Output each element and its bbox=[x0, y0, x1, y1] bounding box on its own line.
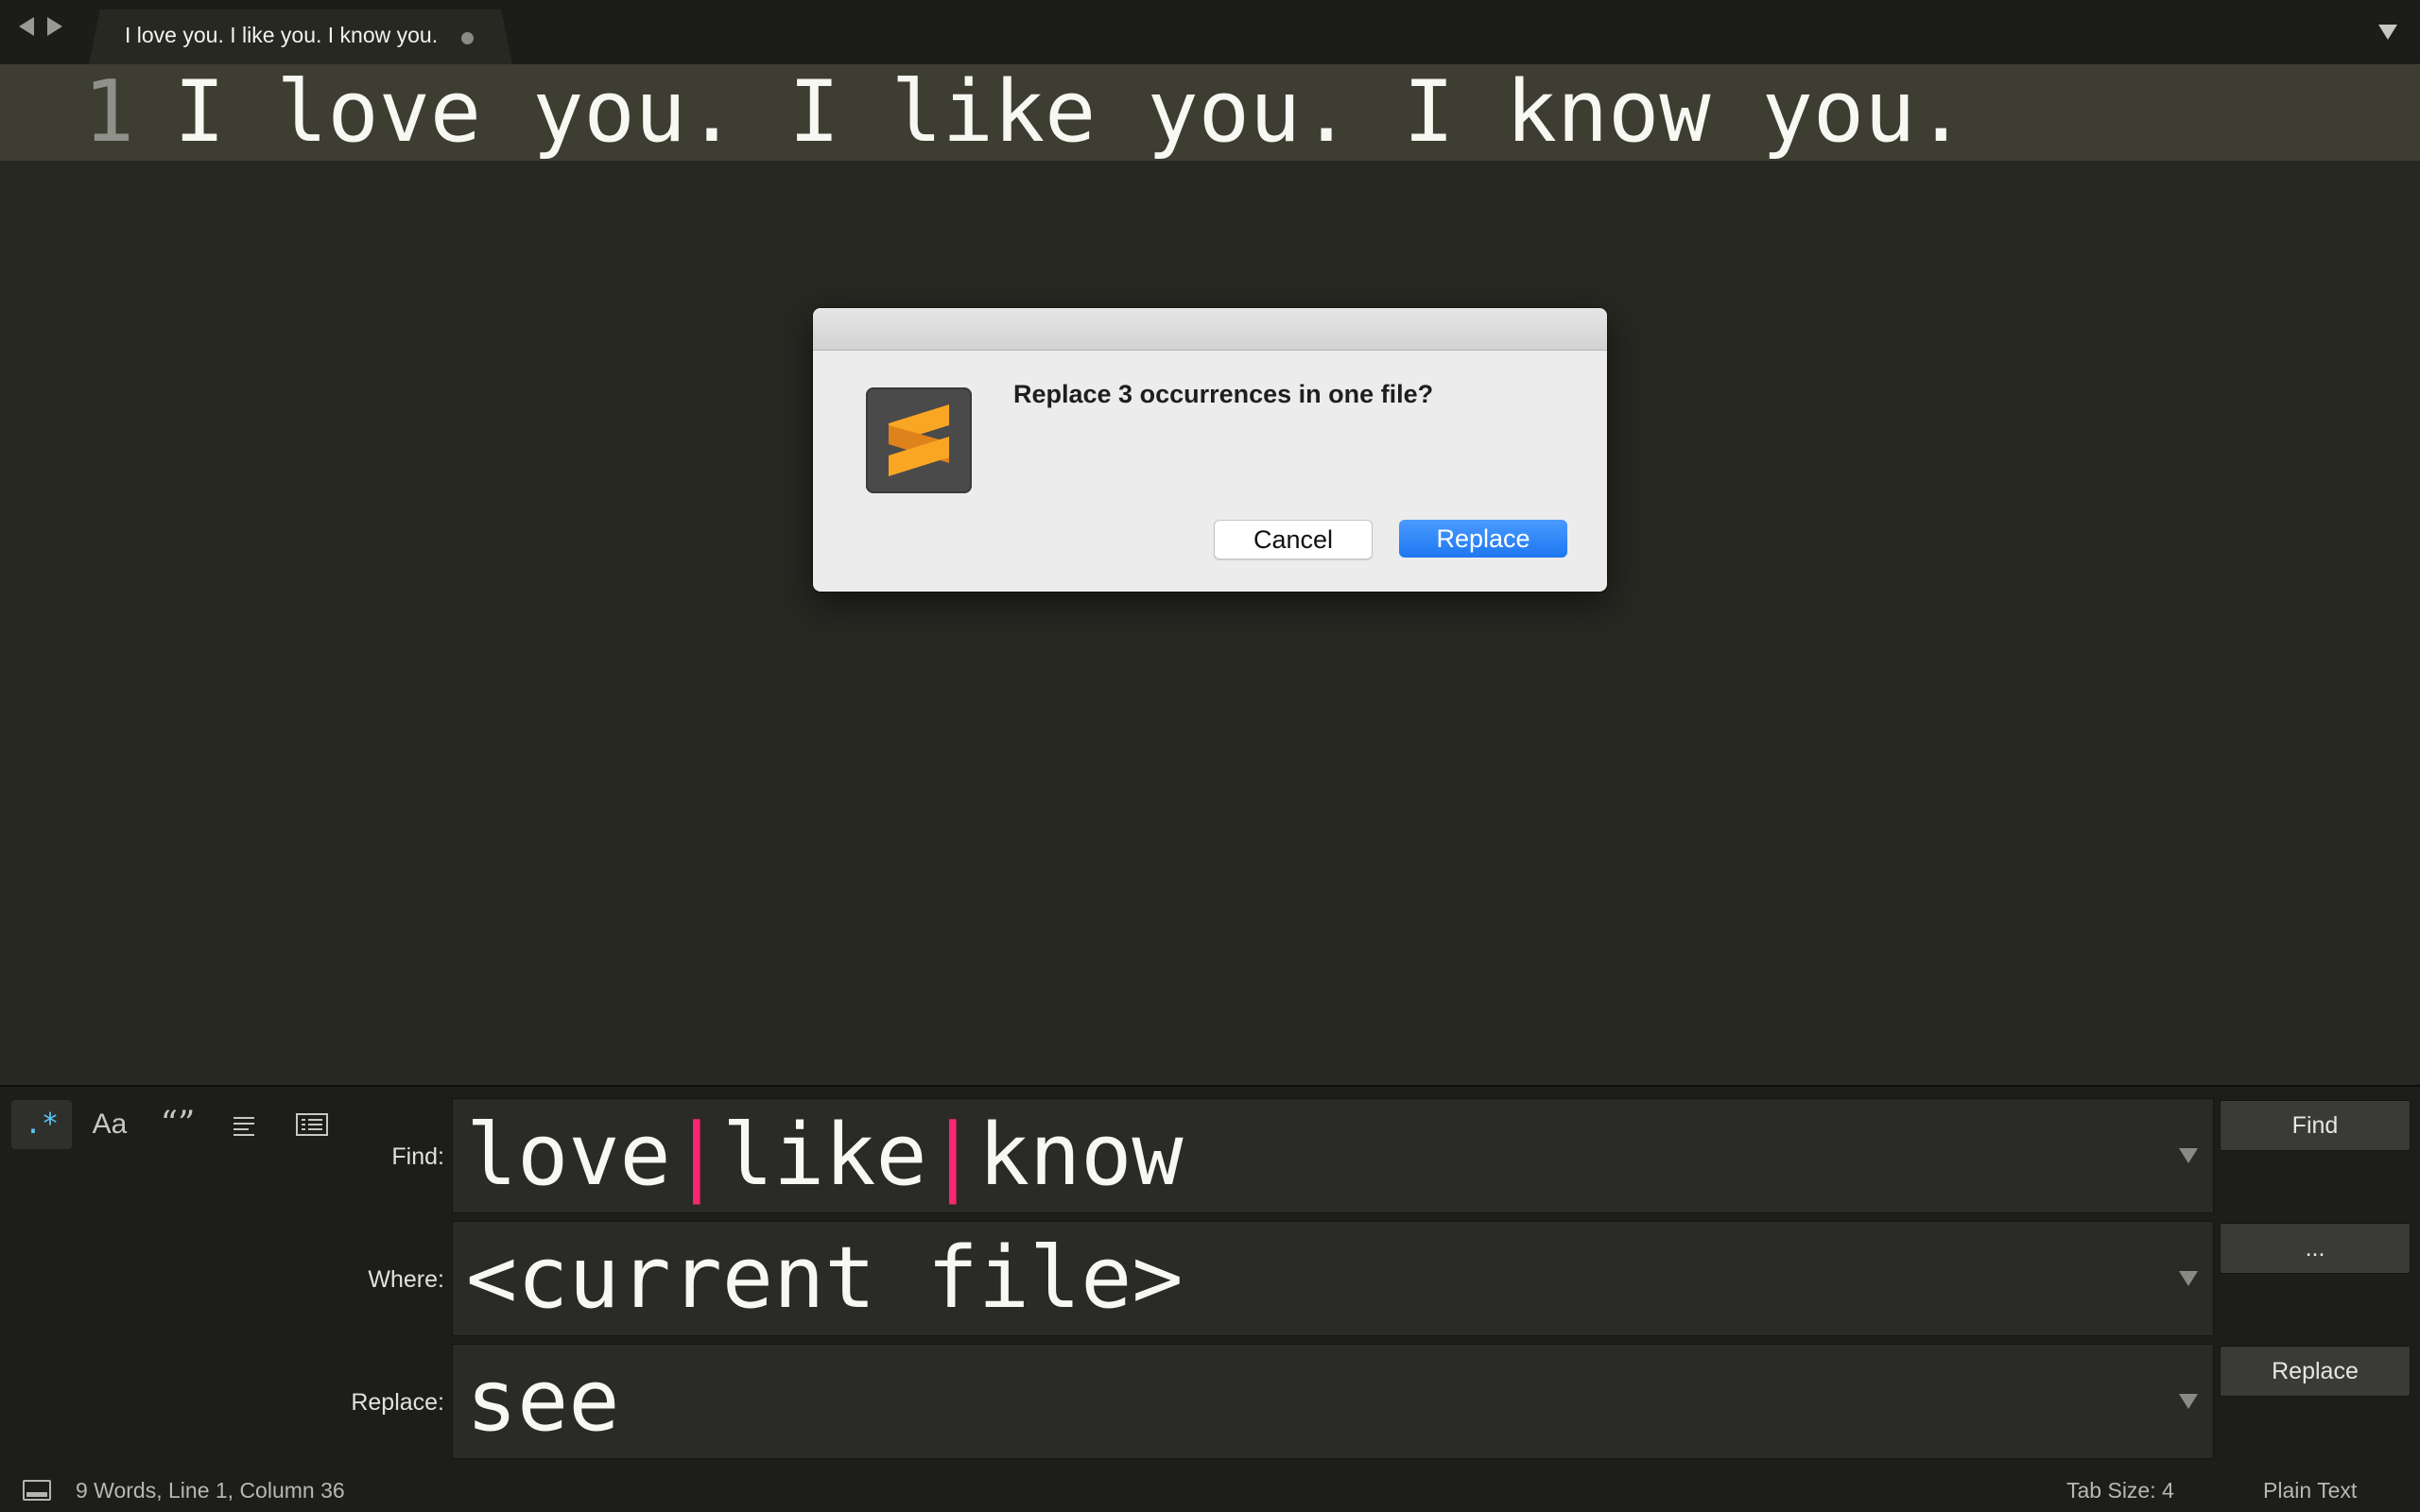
wrap-toggle-icon[interactable] bbox=[214, 1100, 274, 1149]
find-label: Find: bbox=[391, 1143, 444, 1170]
tab-size-selector[interactable]: Tab Size: 4 bbox=[2066, 1478, 2174, 1503]
tab-menu-chevron-down-icon[interactable] bbox=[2378, 25, 2397, 40]
replace-input[interactable]: see bbox=[452, 1344, 2214, 1459]
code-line-1[interactable]: I love you. I like you. I know you. bbox=[174, 64, 1966, 161]
panel-toggle-icon[interactable] bbox=[23, 1480, 51, 1501]
tab-bar: I love you. I like you. I know you. bbox=[0, 0, 2420, 64]
regex-toggle[interactable]: .* bbox=[11, 1100, 72, 1149]
dialog-message: Replace 3 occurrences in one file? bbox=[1013, 380, 1434, 408]
replace-all-button[interactable]: Replace bbox=[2220, 1346, 2411, 1397]
forward-arrow-icon[interactable] bbox=[47, 17, 62, 36]
cancel-button[interactable]: Cancel bbox=[1214, 520, 1373, 559]
replace-history-chevron-down-icon[interactable] bbox=[2179, 1394, 2198, 1409]
find-replace-panel: .* Aa “” Find: love|like|know Find Where… bbox=[0, 1085, 2420, 1470]
line-number: 1 bbox=[83, 62, 135, 162]
find-button[interactable]: Find bbox=[2220, 1100, 2411, 1151]
sublime-text-app-icon bbox=[866, 387, 972, 493]
replace-confirm-button[interactable]: Replace bbox=[1399, 520, 1567, 558]
status-bar: 9 Words, Line 1, Column 36 Tab Size: 4 P… bbox=[0, 1469, 2420, 1512]
where-label: Where: bbox=[368, 1266, 444, 1293]
syntax-selector[interactable]: Plain Text bbox=[2263, 1478, 2357, 1503]
where-chevron-down-icon[interactable] bbox=[2179, 1271, 2198, 1286]
where-input-value: <current file> bbox=[466, 1228, 1184, 1328]
find-history-chevron-down-icon[interactable] bbox=[2179, 1148, 2198, 1163]
tab-title: I love you. I like you. I know you. bbox=[125, 23, 439, 47]
find-input[interactable]: love|like|know bbox=[452, 1098, 2214, 1213]
where-input[interactable]: <current file> bbox=[452, 1221, 2214, 1336]
show-context-toggle-icon[interactable] bbox=[282, 1100, 342, 1149]
confirm-dialog: Replace 3 occurrences in one file? Cance… bbox=[813, 308, 1607, 592]
dialog-titlebar[interactable] bbox=[813, 308, 1607, 351]
whole-word-toggle[interactable]: “” bbox=[147, 1100, 208, 1149]
replace-input-value: see bbox=[466, 1351, 620, 1451]
where-options-button[interactable]: ... bbox=[2220, 1223, 2411, 1274]
status-info: 9 Words, Line 1, Column 36 bbox=[76, 1478, 345, 1503]
unsaved-dot-icon[interactable] bbox=[461, 32, 474, 44]
back-arrow-icon[interactable] bbox=[19, 17, 34, 36]
replace-label: Replace: bbox=[351, 1389, 444, 1416]
find-input-value: love|like|know bbox=[466, 1106, 1184, 1205]
case-sensitive-toggle[interactable]: Aa bbox=[79, 1100, 140, 1149]
tab-active[interactable]: I love you. I like you. I know you. bbox=[89, 9, 512, 64]
